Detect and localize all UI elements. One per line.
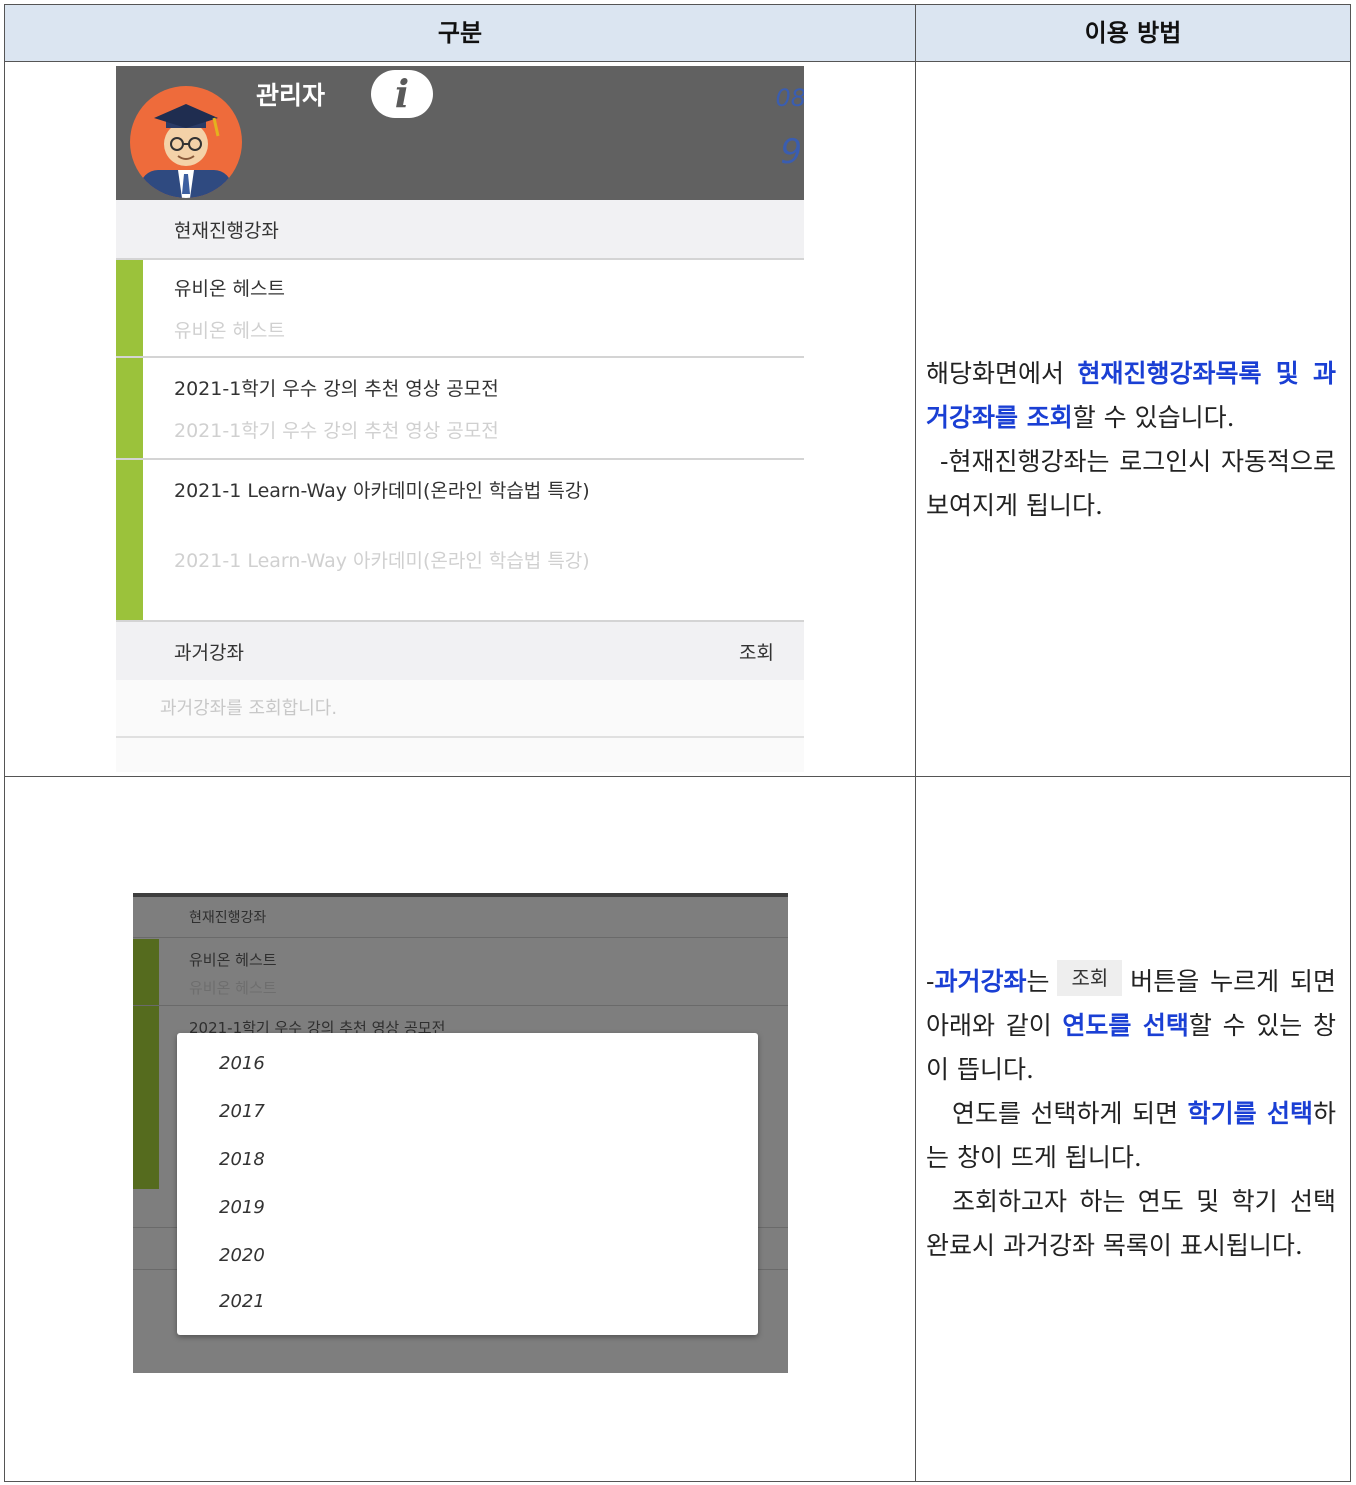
description-1-paragraph: 해당화면에서 현재진행강좌목록 및 과거강좌를 조회할 수 있습니다. [926,352,1336,440]
info-icon[interactable]: i [371,70,433,118]
row-divider [5,776,1350,777]
description-1-note: -현재진행강좌는 로그인시 자동적으로 보여지게 됩니다. [926,447,1336,520]
course-color-bar [116,460,143,620]
table-header: 구분 이용 방법 [5,5,1350,62]
course-color-bar [116,358,143,458]
description-2-semester: 연도를 선택하게 되면 학기를 선택하는 창이 뜨게 됩니다. [926,1092,1336,1180]
current-courses-title: 현재진행강좌 [189,910,267,926]
clipped-text-top: 08 [775,84,804,112]
header-category: 구분 [437,19,483,47]
course-subtitle: 2021-1 Learn-Way 아카데미(온라인 학습법 특강) [174,550,590,572]
screenshot-year-dialog: 현재진행강좌 유비온 헤스트 유비온 헤스트 2021-1학기 우수 강의 추천… [133,893,788,1373]
course-item[interactable]: 2021-1학기 우수 강의 추천 영상 공모전 2021-1학기 우수 강의 … [116,356,804,458]
course-item[interactable]: 2021-1 Learn-Way 아카데미(온라인 학습법 특강) 2021-1… [116,458,804,620]
description-2-result: 조회하고자 하는 연도 및 학기 선택완료시 과거강좌 목록이 표시됩니다. [926,1187,1336,1260]
course-title: 유비온 헤스트 [174,278,285,300]
search-button-image: 조회 [1057,960,1123,996]
top-edge [133,893,788,897]
profile-header: 관리자 i 08 9 [116,66,804,200]
highlight-text: 연도를 선택 [1062,1011,1189,1040]
current-courses-title: 현재진행강좌 [174,220,279,242]
year-option[interactable]: 2020 [219,1245,265,1266]
course-color-bar [133,939,159,1189]
course-title: 2021-1 Learn-Way 아카데미(온라인 학습법 특강) [174,480,590,502]
year-option[interactable]: 2017 [219,1101,265,1122]
year-option[interactable]: 2019 [219,1197,265,1218]
past-search-button[interactable]: 조회 [739,638,774,665]
highlight-text: 학기를 선택 [1187,1099,1313,1128]
year-option[interactable]: 2016 [219,1053,265,1074]
past-courses-message: 과거강좌를 조회합니다. [160,698,338,719]
header-usage: 이용 방법 [1084,19,1182,47]
year-option[interactable]: 2021 [219,1291,265,1312]
highlight-text: 과거강좌 [934,967,1027,996]
course-color-bar [116,260,143,356]
graduate-avatar-icon [140,104,232,198]
user-name: 관리자 [256,81,326,110]
course-subtitle: 유비온 헤스트 [189,979,277,997]
clipped-text-bottom: 9 [780,132,802,172]
text: 연도를 선택하게 되면 [952,1099,1188,1128]
year-select-dialog: 2016 2017 2018 2019 2020 2021 [177,1033,758,1335]
text: 해당화면에서 [926,359,1078,388]
divider [133,937,788,938]
avatar [130,86,242,198]
description-2-paragraph: -과거강좌는 조회 버튼을 누르게 되면 아래와 같이 연도를 선택할 수 있는 창… [926,960,1336,1092]
year-option[interactable]: 2018 [219,1149,265,1170]
course-subtitle: 2021-1학기 우수 강의 추천 영상 공모전 [174,420,499,442]
course-title: 유비온 헤스트 [189,951,277,969]
divider [133,1005,788,1006]
divider [116,736,804,738]
description-1: 해당화면에서 현재진행강좌목록 및 과거강좌를 조회할 수 있습니다. -현재진… [926,352,1336,528]
text: 는 [1026,967,1050,996]
current-courses-section: 현재진행강좌 [116,200,804,258]
screenshot-course-list: 관리자 i 08 9 현재진행강좌 유비온 헤스트 유비온 헤스트 2021-1… [116,66,804,772]
course-item[interactable]: 유비온 헤스트 유비온 헤스트 [116,258,804,356]
course-title: 2021-1학기 우수 강의 추천 영상 공모전 [174,378,499,400]
description-2: -과거강좌는 조회 버튼을 누르게 되면 아래와 같이 연도를 선택할 수 있는 창… [926,960,1336,1268]
past-courses-section: 과거강좌 조회 [116,620,804,680]
past-courses-title: 과거강좌 [174,642,244,664]
text: 할 수 있습니다. [1072,403,1235,432]
column-divider [915,5,916,1481]
course-subtitle: 유비온 헤스트 [174,320,285,342]
